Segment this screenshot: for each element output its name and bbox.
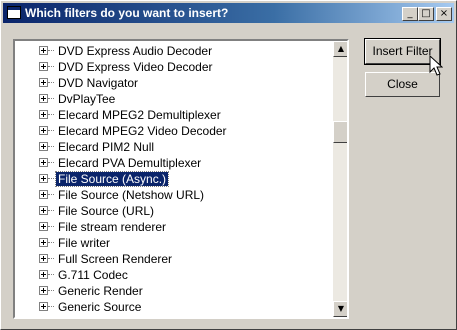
filter-tree-list[interactable]: DVD Express Audio Decoder DVD Express Vid… [13, 39, 349, 319]
filter-tree-item[interactable]: Elecard PVA Demultiplexer [15, 155, 331, 171]
scroll-down-button[interactable]: ▼ [333, 301, 347, 317]
filter-tree-item[interactable]: Elecard PIM2 Null [15, 139, 331, 155]
expand-plus-icon[interactable] [39, 302, 48, 311]
tree-connector [48, 82, 54, 83]
filter-tree-item[interactable]: Elecard MPEG2 Video Decoder [15, 123, 331, 139]
window-icon [7, 6, 21, 19]
filter-tree-item[interactable]: DvPlayTee [15, 91, 331, 107]
filter-tree-item[interactable]: Generic Render [15, 283, 331, 299]
tree-connector [48, 162, 54, 163]
tree-connector [48, 290, 54, 291]
expand-plus-icon[interactable] [39, 110, 48, 119]
filter-tree-item-label: Elecard PVA Demultiplexer [58, 156, 202, 170]
filter-tree-item-label: File writer [58, 236, 111, 250]
expand-plus-icon[interactable] [39, 126, 48, 135]
filter-tree-item[interactable]: File Source (Async.) [15, 171, 331, 187]
filter-tree-items: DVD Express Audio Decoder DVD Express Vid… [15, 41, 331, 317]
expand-plus-icon[interactable] [39, 206, 48, 215]
expand-plus-icon[interactable] [39, 62, 48, 71]
tree-connector [48, 306, 54, 307]
filter-tree-item[interactable]: G.711 Codec [15, 267, 331, 283]
expand-plus-icon[interactable] [39, 142, 48, 151]
filter-tree-item-label: Elecard MPEG2 Video Decoder [58, 124, 227, 138]
tree-connector [48, 226, 54, 227]
title-bar[interactable]: Which filters do you want to insert? _ □… [3, 3, 454, 23]
expand-plus-icon[interactable] [39, 78, 48, 87]
expand-plus-icon[interactable] [39, 254, 48, 263]
filter-tree-item[interactable]: DVD Express Audio Decoder [15, 43, 331, 59]
scroll-up-button[interactable]: ▲ [333, 41, 347, 57]
filter-tree-item[interactable]: File Source (Netshow URL) [15, 187, 331, 203]
expand-plus-icon[interactable] [39, 222, 48, 231]
filter-tree-item[interactable]: DVD Express Video Decoder [15, 59, 331, 75]
filter-tree-item-label: DvPlayTee [58, 92, 116, 106]
tree-connector [48, 50, 54, 51]
expand-plus-icon[interactable] [39, 286, 48, 295]
dialog-window: Which filters do you want to insert? _ □… [0, 0, 457, 330]
vertical-scrollbar[interactable]: ▲ ▼ [333, 41, 347, 317]
tree-connector [48, 210, 54, 211]
filter-tree-item-label: Full Screen Renderer [58, 252, 173, 266]
tree-connector [48, 130, 54, 131]
filter-tree-item-label: File Source (Async.) [54, 171, 170, 187]
tree-connector [48, 178, 54, 179]
filter-tree-item-label: G.711 Codec [58, 268, 128, 282]
filter-tree-item-label: DVD Express Audio Decoder [58, 44, 213, 58]
minimize-button[interactable]: _ [402, 7, 418, 21]
tree-connector [48, 274, 54, 275]
window-title: Which filters do you want to insert? [25, 6, 229, 20]
tree-connector [48, 258, 54, 259]
filter-tree-item-label: File Source (URL) [58, 204, 155, 218]
expand-plus-icon[interactable] [39, 158, 48, 167]
filter-tree-item-label: Elecard PIM2 Null [58, 140, 155, 154]
filter-tree-item-label: DVD Express Video Decoder [58, 60, 213, 74]
maximize-button[interactable]: □ [418, 7, 434, 21]
tree-connector [48, 146, 54, 147]
filter-tree-item-label: Generic Render [58, 284, 143, 298]
filter-tree-item[interactable]: File writer [15, 235, 331, 251]
expand-plus-icon[interactable] [39, 190, 48, 199]
tree-connector [48, 98, 54, 99]
filter-tree-item[interactable]: File stream renderer [15, 219, 331, 235]
mouse-cursor-icon [429, 55, 443, 76]
expand-plus-icon[interactable] [39, 238, 48, 247]
tree-connector [48, 242, 54, 243]
filter-tree-item-label: File stream renderer [58, 220, 167, 234]
filter-tree-item-label: File Source (Netshow URL) [58, 188, 205, 202]
expand-plus-icon[interactable] [39, 46, 48, 55]
filter-tree-item[interactable]: DVD Navigator [15, 75, 331, 91]
filter-tree-item-label: Elecard MPEG2 Demultiplexer [58, 108, 221, 122]
expand-plus-icon[interactable] [39, 270, 48, 279]
tree-connector [48, 114, 54, 115]
filter-tree-item[interactable]: Elecard MPEG2 Demultiplexer [15, 107, 331, 123]
close-window-button[interactable]: × [436, 7, 452, 21]
tree-connector [48, 194, 54, 195]
filter-tree-item[interactable]: Generic Source [15, 299, 331, 315]
scroll-thumb[interactable] [333, 121, 347, 143]
filter-tree-item-label: DVD Navigator [58, 76, 139, 90]
tree-connector [48, 66, 54, 67]
filter-tree-item-label: Generic Source [58, 300, 142, 314]
expand-plus-icon[interactable] [39, 94, 48, 103]
filter-tree-item[interactable]: File Source (URL) [15, 203, 331, 219]
expand-plus-icon[interactable] [39, 174, 48, 183]
filter-tree-item[interactable]: Full Screen Renderer [15, 251, 331, 267]
